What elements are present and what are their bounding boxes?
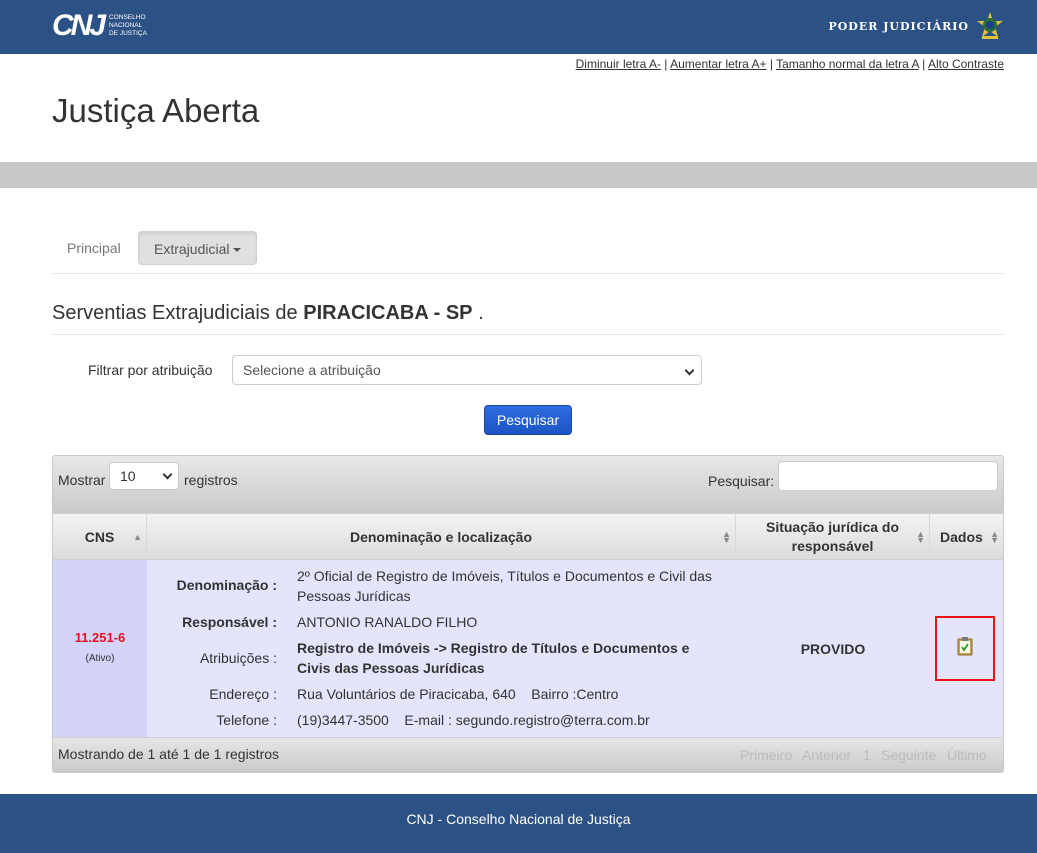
dados-button[interactable] (935, 616, 995, 681)
atribuicoes-value: Registro de Imóveis -> Registro de Títul… (297, 640, 690, 676)
pagination-first[interactable]: Primeiro (740, 747, 792, 763)
normal-font-link[interactable]: Tamanho normal da letra A (776, 57, 919, 71)
endereco-label: Endereço : (209, 686, 277, 702)
sort-asc-icon: ▲ (133, 532, 142, 542)
accessibility-links: Diminuir letra A- | Aumentar letra A+ | … (576, 57, 1004, 71)
tab-principal[interactable]: Principal (52, 231, 136, 265)
page-length-select[interactable]: 10 (109, 462, 179, 490)
show-label: Mostrar (58, 472, 106, 488)
high-contrast-link[interactable]: Alto Contraste (928, 57, 1004, 71)
logo-sub-line: NACIONAL (109, 22, 143, 29)
filter-label: Filtrar por atribuição (88, 362, 213, 378)
atribuicoes-label: Atribuições : (199, 650, 277, 666)
footer-text: CNJ - Conselho Nacional de Justiça (406, 811, 631, 827)
table-info: Mostrando de 1 até 1 de 1 registros (58, 746, 280, 762)
logo-sub-line: DE JUSTIÇA (109, 30, 147, 37)
chevron-down-icon (162, 469, 173, 480)
table-header: CNS ▲ Denominação e localização ▲ ▼ Situa… (53, 513, 1003, 560)
cns-cell: 11.251-6 (Ativo) (53, 560, 147, 737)
sort-both-icon: ▲ ▼ (722, 529, 731, 545)
table-search-label: Pesquisar: (708, 473, 775, 489)
responsavel-value: ANTONIO RANALDO FILHO (297, 614, 478, 630)
tab-extrajudicial[interactable]: Extrajudicial (138, 231, 258, 265)
tab-extrajudicial-label: Extrajudicial (154, 241, 230, 257)
column-header-label: Situação jurídica do responsável (765, 519, 900, 554)
cnj-logo-mark: CNJ (52, 9, 106, 42)
table-footer: Mostrando de 1 até 1 de 1 registros Prim… (53, 737, 1003, 772)
atribuicao-select[interactable]: Selecione a atribuição (232, 355, 702, 385)
gray-divider-bar (0, 162, 1037, 188)
denominacao-label: Denominação : (176, 577, 277, 593)
column-header-label: CNS (84, 528, 115, 545)
increase-font-link[interactable]: Aumentar letra A+ (670, 57, 766, 71)
sort-both-icon: ▲ ▼ (990, 529, 999, 545)
page-footer: CNJ - Conselho Nacional de Justiça (0, 794, 1037, 853)
heading-city: PIRACICABA - SP (303, 302, 473, 324)
endereco-value: Rua Voluntários de Piracicaba, 640 Bairr… (297, 686, 619, 702)
responsavel-label: Responsável : (182, 614, 277, 630)
column-header-dados[interactable]: Dados ▲ ▼ (930, 514, 1003, 560)
caret-down-icon (233, 248, 242, 253)
records-label: registros (184, 472, 238, 488)
poder-judiciario-label: PODER JUDICIÁRIO (828, 20, 969, 33)
table-search-input[interactable] (778, 461, 998, 491)
clipboard-check-icon (957, 637, 973, 656)
separator: | (660, 57, 671, 71)
cns-number: 11.251-6 (74, 630, 126, 645)
column-header-denominacao[interactable]: Denominação e localização ▲ ▼ (147, 514, 736, 560)
column-header-situacao[interactable]: Situação jurídica do responsável ▲ ▼ (736, 514, 930, 560)
column-header-label: Dados (940, 528, 983, 545)
top-bar: CNJ CONSELHO NACIONAL DE JUSTIÇA PODER J… (0, 0, 1037, 54)
heading-suffix: . (472, 302, 484, 324)
cns-status: (Ativo) (85, 653, 115, 664)
sort-both-icon: ▲ ▼ (916, 529, 925, 545)
cnj-logo[interactable]: CNJ CONSELHO NACIONAL DE JUSTIÇA (52, 11, 147, 41)
separator: | (918, 57, 928, 71)
pagination-previous[interactable]: Anterior (802, 747, 851, 763)
page-heading: Serventias Extrajudiciais de PIRACICABA … (52, 302, 1004, 335)
site-title: Justiça Aberta (52, 92, 260, 129)
table-row: 11.251-6 (Ativo) Denominação : 2º Oficia… (53, 560, 1003, 737)
chevron-down-icon (684, 365, 695, 376)
search-button[interactable]: Pesquisar (484, 405, 572, 435)
column-header-label: Denominação e localização (349, 528, 533, 545)
results-table: Mostrar 10 registros Pesquisar: CNS ▲ De… (52, 455, 1004, 773)
pagination-last[interactable]: Último (947, 747, 987, 763)
situacao-value: PROVIDO (800, 641, 866, 657)
atribuicao-select-value: Selecione a atribuição (243, 362, 381, 378)
pagination-page-1[interactable]: 1 (863, 747, 871, 763)
telefone-label: Telefone : (216, 712, 277, 728)
column-header-cns[interactable]: CNS ▲ (53, 514, 147, 560)
nav-tabs: Principal Extrajudicial (52, 231, 1004, 274)
telefone-value: (19)3447-3500 E-mail : segundo.registro@… (297, 712, 650, 728)
denominacao-value: 2º Oficial de Registro de Imóveis, Títul… (297, 568, 712, 604)
page-length-value: 10 (120, 468, 136, 484)
coat-of-arms-icon (977, 12, 1003, 39)
heading-prefix: Serventias Extrajudiciais de (52, 302, 304, 324)
separator: | (766, 57, 777, 71)
logo-sub-line: CONSELHO (109, 14, 146, 21)
table-toolbar: Mostrar 10 registros Pesquisar: (53, 456, 1003, 513)
decrease-font-link[interactable]: Diminuir letra A- (576, 57, 661, 71)
pagination-next[interactable]: Seguinte (881, 747, 936, 763)
cnj-logo-subtitle: CONSELHO NACIONAL DE JUSTIÇA (109, 14, 147, 38)
